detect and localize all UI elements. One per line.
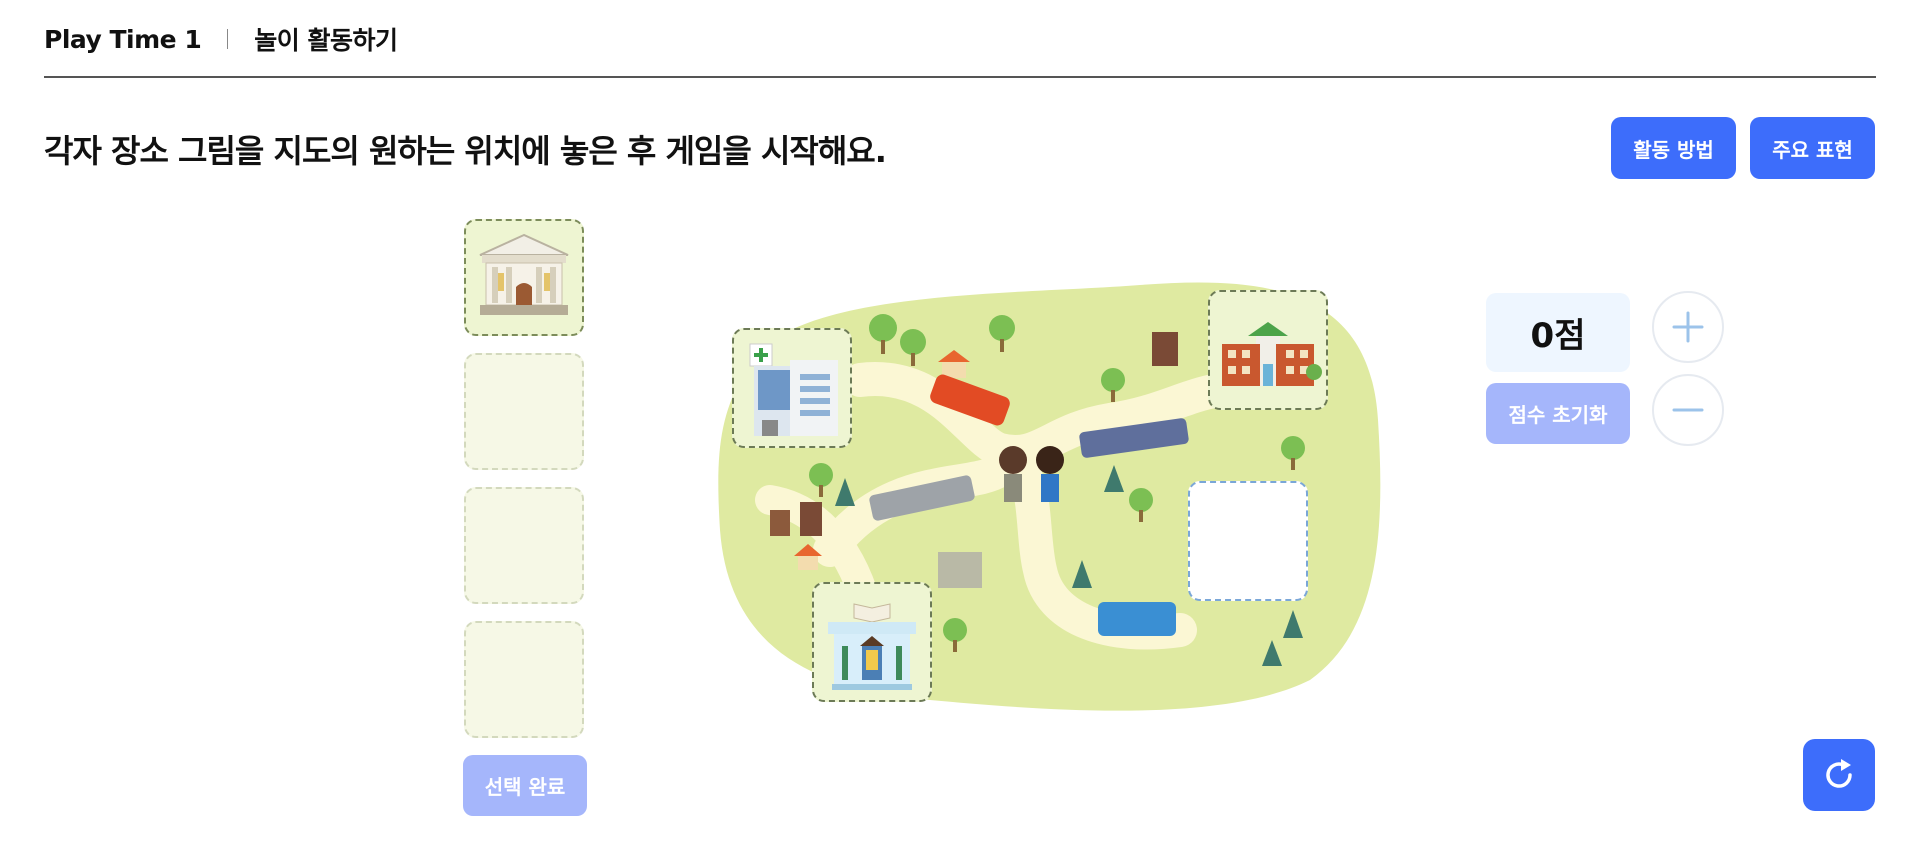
score-minus-button[interactable] (1652, 374, 1724, 446)
activity-title: 놀이 활동하기 (254, 26, 398, 55)
refresh-button[interactable] (1803, 739, 1875, 811)
score-display: 0점 (1486, 293, 1630, 372)
map-spot-school[interactable] (1208, 290, 1328, 410)
place-slot-3[interactable] (464, 487, 584, 604)
hospital-icon (749, 343, 838, 436)
score-plus-button[interactable] (1652, 291, 1724, 363)
place-slot-1[interactable] (464, 219, 584, 336)
map-spot-hospital[interactable] (732, 328, 852, 448)
place-slot-4[interactable] (464, 621, 584, 738)
place-slot-2[interactable] (464, 353, 584, 470)
school-icon (1222, 322, 1322, 386)
header-rule (44, 76, 1876, 78)
town-map (710, 270, 1390, 720)
key-expressions-button[interactable]: 주요 표현 (1750, 117, 1875, 179)
plus-icon (1672, 311, 1704, 343)
bookstore-icon (828, 603, 916, 690)
header-divider (227, 29, 229, 49)
lesson-title: Play Time 1 (44, 24, 202, 54)
minus-icon (1672, 408, 1704, 412)
map-spot-bookstore[interactable] (812, 582, 932, 702)
selection-done-button[interactable]: 선택 완료 (463, 755, 587, 816)
header: Play Time 1 놀이 활동하기 (44, 22, 398, 56)
museum-icon[interactable] (466, 221, 582, 334)
instruction-text: 각자 장소 그림을 지도의 원하는 위치에 놓은 후 게임을 시작해요. (44, 132, 887, 170)
map-spot-empty[interactable] (1188, 481, 1308, 601)
play-time-page: Play Time 1 놀이 활동하기 각자 장소 그림을 지도의 원하는 위치… (0, 0, 1920, 855)
how-to-play-button[interactable]: 활동 방법 (1611, 117, 1736, 179)
refresh-icon (1826, 759, 1852, 788)
reset-score-button[interactable]: 점수 초기화 (1486, 383, 1630, 444)
